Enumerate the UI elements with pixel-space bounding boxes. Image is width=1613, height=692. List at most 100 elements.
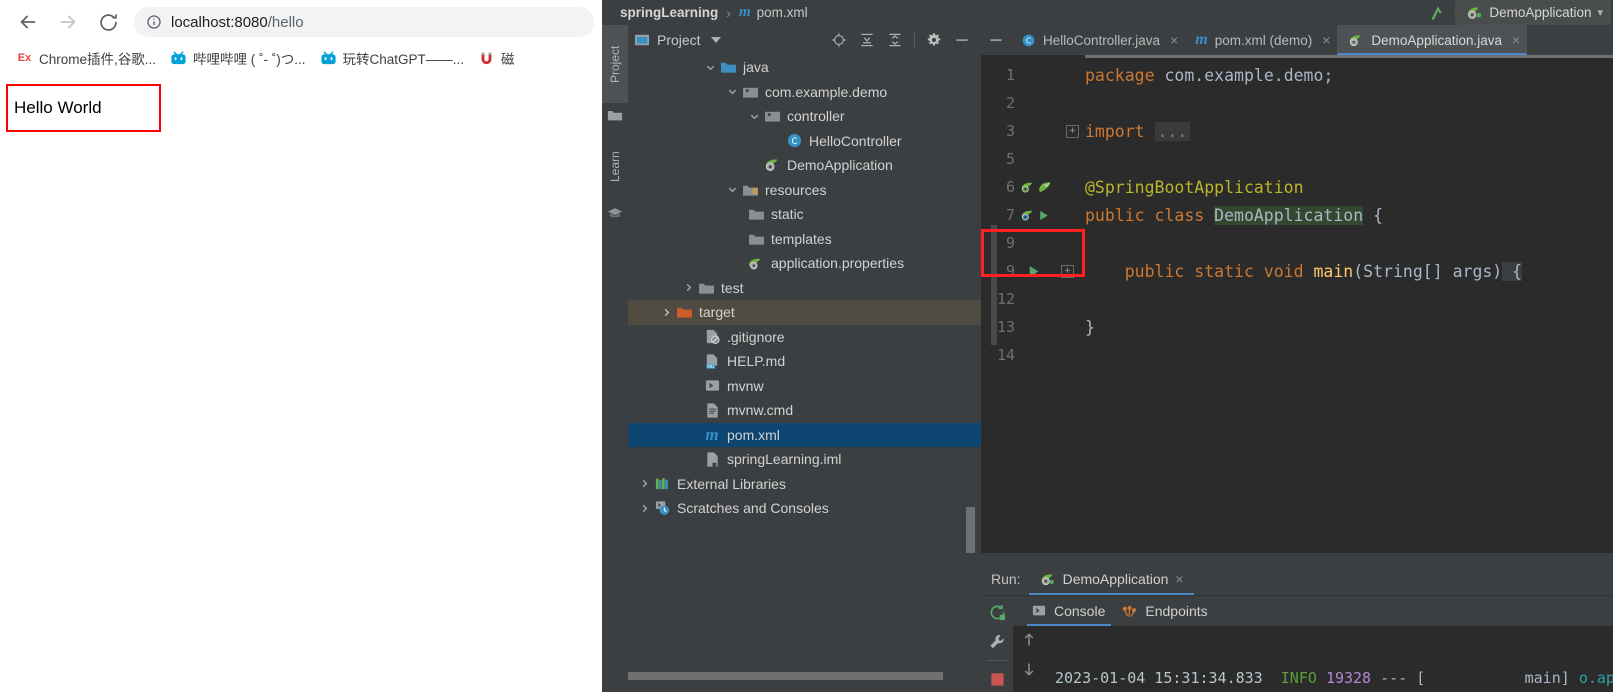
package-glyph-icon: [764, 112, 780, 122]
back-button[interactable]: [8, 2, 48, 42]
gutter[interactable]: 14: [981, 341, 1085, 369]
locate-target-button[interactable]: [826, 28, 852, 52]
tree-row-static[interactable]: static: [628, 202, 981, 227]
forward-button[interactable]: [48, 2, 88, 42]
twisty-collapsed-icon[interactable]: [636, 478, 652, 489]
rerun-button[interactable]: [984, 600, 1010, 624]
bookmark-item[interactable]: 玩转ChatGPT——...: [314, 45, 471, 71]
maven-icon: m: [738, 4, 751, 20]
stop-button[interactable]: [984, 667, 1010, 691]
toolwindow-tab-project[interactable]: Project: [602, 25, 628, 103]
endpoints-tab[interactable]: Endpoints: [1117, 596, 1219, 626]
tree-row-demoapplication[interactable]: DemoApplication: [628, 153, 981, 178]
console-tab[interactable]: Console: [1027, 596, 1117, 626]
tree-row-scratches[interactable]: Scratches and Consoles: [628, 496, 981, 521]
close-icon[interactable]: ×: [1512, 32, 1520, 48]
chevron-down-icon[interactable]: [710, 37, 721, 43]
close-icon[interactable]: ×: [1175, 571, 1183, 587]
tree-row-help-md[interactable]: MD HELP.md: [628, 349, 981, 374]
expand-all-button[interactable]: [854, 28, 880, 52]
editor-tab-demoapplication[interactable]: DemoApplication.java ×: [1337, 25, 1528, 55]
tree-row-java[interactable]: java: [628, 55, 981, 80]
scroll-up-icon[interactable]: [1022, 632, 1036, 651]
tree-row-target[interactable]: target: [628, 300, 981, 325]
run-tab-demoapplication[interactable]: DemoApplication ×: [1028, 563, 1194, 595]
twisty-expanded-icon[interactable]: [724, 184, 740, 195]
tree-row-iml[interactable]: springLearning.iml: [628, 447, 981, 472]
project-tree-vertical-scrollbar[interactable]: [966, 507, 975, 553]
scroll-down-icon[interactable]: [1022, 661, 1036, 680]
editor-collapse-button[interactable]: [981, 25, 1011, 55]
gutter[interactable]: 6: [981, 173, 1085, 201]
spring-bean-gutter-icon[interactable]: [1020, 180, 1035, 195]
bookmark-item[interactable]: 磁: [472, 45, 521, 71]
project-tree[interactable]: java com.example.demo controller C Hello…: [628, 55, 981, 663]
chevron-down-icon: [728, 187, 736, 193]
run-button[interactable]: [1421, 0, 1455, 25]
collapsed-imports-token[interactable]: ...: [1154, 121, 1191, 141]
gutter[interactable]: 9: [981, 229, 1085, 257]
code-text: import ...: [1085, 121, 1191, 141]
gutter[interactable]: 9 +: [981, 257, 1085, 285]
spring-config-gutter-icon[interactable]: [1020, 208, 1035, 223]
close-icon[interactable]: ×: [1322, 32, 1330, 48]
fold-plus-icon[interactable]: +: [1066, 124, 1079, 138]
console-output[interactable]: 2023-01-04 15:31:34.833 INFO 19328 --- […: [1013, 626, 1613, 692]
project-view-icon: [635, 34, 649, 46]
close-icon[interactable]: ×: [1170, 32, 1178, 48]
twisty-expanded-icon[interactable]: [702, 62, 718, 73]
log-pid: 19328: [1325, 669, 1372, 687]
tree-row-pom-xml[interactable]: m pom.xml: [628, 422, 981, 447]
bookmark-item[interactable]: 哔哩哔哩 ( ˚- ˚)つ...: [164, 45, 311, 71]
run-gutter-icon[interactable]: [1026, 264, 1041, 279]
tree-row-external-libraries[interactable]: External Libraries: [628, 472, 981, 497]
tree-row-resources[interactable]: resources: [628, 178, 981, 203]
gutter[interactable]: 3 +: [981, 117, 1085, 145]
expand-all-icon: [861, 33, 873, 47]
tree-row-application-properties[interactable]: application.properties: [628, 251, 981, 276]
toolwindow-tab-learn[interactable]: Learn: [602, 133, 628, 201]
editor-horizontal-scrollbar[interactable]: [1085, 55, 1613, 58]
spring-leaf-gutter-icon[interactable]: [1037, 180, 1052, 195]
collapse-all-button[interactable]: [882, 28, 908, 52]
run-configuration-selector[interactable]: DemoApplication ▾: [1455, 0, 1611, 25]
gutter[interactable]: 2: [981, 89, 1085, 117]
editor-tab-hellocontroller[interactable]: C HelloController.java ×: [1011, 25, 1185, 55]
breadcrumb-project[interactable]: springLearning: [620, 5, 718, 20]
address-bar[interactable]: localhost:8080/hello: [134, 7, 594, 37]
gutter[interactable]: 1: [981, 61, 1085, 89]
tree-row-gitignore[interactable]: .gitignore: [628, 325, 981, 350]
twisty-collapsed-icon[interactable]: [658, 307, 674, 318]
tree-row-hellocontroller[interactable]: C HelloController: [628, 129, 981, 154]
tree-row-mvnw-cmd[interactable]: mvnw.cmd: [628, 398, 981, 423]
run-gutter-icon[interactable]: [1037, 209, 1050, 222]
tree-row-package[interactable]: com.example.demo: [628, 80, 981, 105]
chevron-right-icon: [686, 284, 691, 292]
tree-row-controller[interactable]: controller: [628, 104, 981, 129]
twisty-expanded-icon[interactable]: [724, 86, 740, 97]
fold-plus-icon[interactable]: +: [1061, 264, 1074, 278]
learn-icon[interactable]: [602, 201, 628, 225]
reload-button[interactable]: [88, 2, 128, 42]
tree-row-test[interactable]: test: [628, 276, 981, 301]
hide-panel-button[interactable]: [949, 28, 975, 52]
rerun-icon: [989, 604, 1005, 620]
project-tree-horizontal-scrollbar[interactable]: [628, 672, 981, 680]
code-editor[interactable]: 1 package com.example.demo; 2 3 + import …: [981, 55, 1613, 553]
code-token: {: [1502, 261, 1523, 281]
twisty-collapsed-icon[interactable]: [636, 503, 652, 514]
settings-wrench-button[interactable]: [984, 630, 1010, 654]
tree-row-mvnw[interactable]: mvnw: [628, 374, 981, 399]
tree-row-templates[interactable]: templates: [628, 227, 981, 252]
project-panel-title-group[interactable]: Project: [634, 32, 721, 48]
bookmark-item[interactable]: Ex Chrome插件,谷歌...: [10, 45, 162, 71]
twisty-collapsed-icon[interactable]: [680, 282, 696, 293]
twisty-expanded-icon[interactable]: [746, 111, 762, 122]
structure-folder-icon[interactable]: [602, 103, 628, 127]
editor-tab-pom-xml[interactable]: m pom.xml (demo) ×: [1185, 25, 1337, 55]
settings-button[interactable]: [921, 28, 947, 52]
spring-bean-icon: [1468, 6, 1482, 19]
run-label: Run:: [991, 571, 1021, 587]
breadcrumb-file[interactable]: pom.xml: [757, 5, 808, 20]
gutter[interactable]: 5: [981, 145, 1085, 173]
